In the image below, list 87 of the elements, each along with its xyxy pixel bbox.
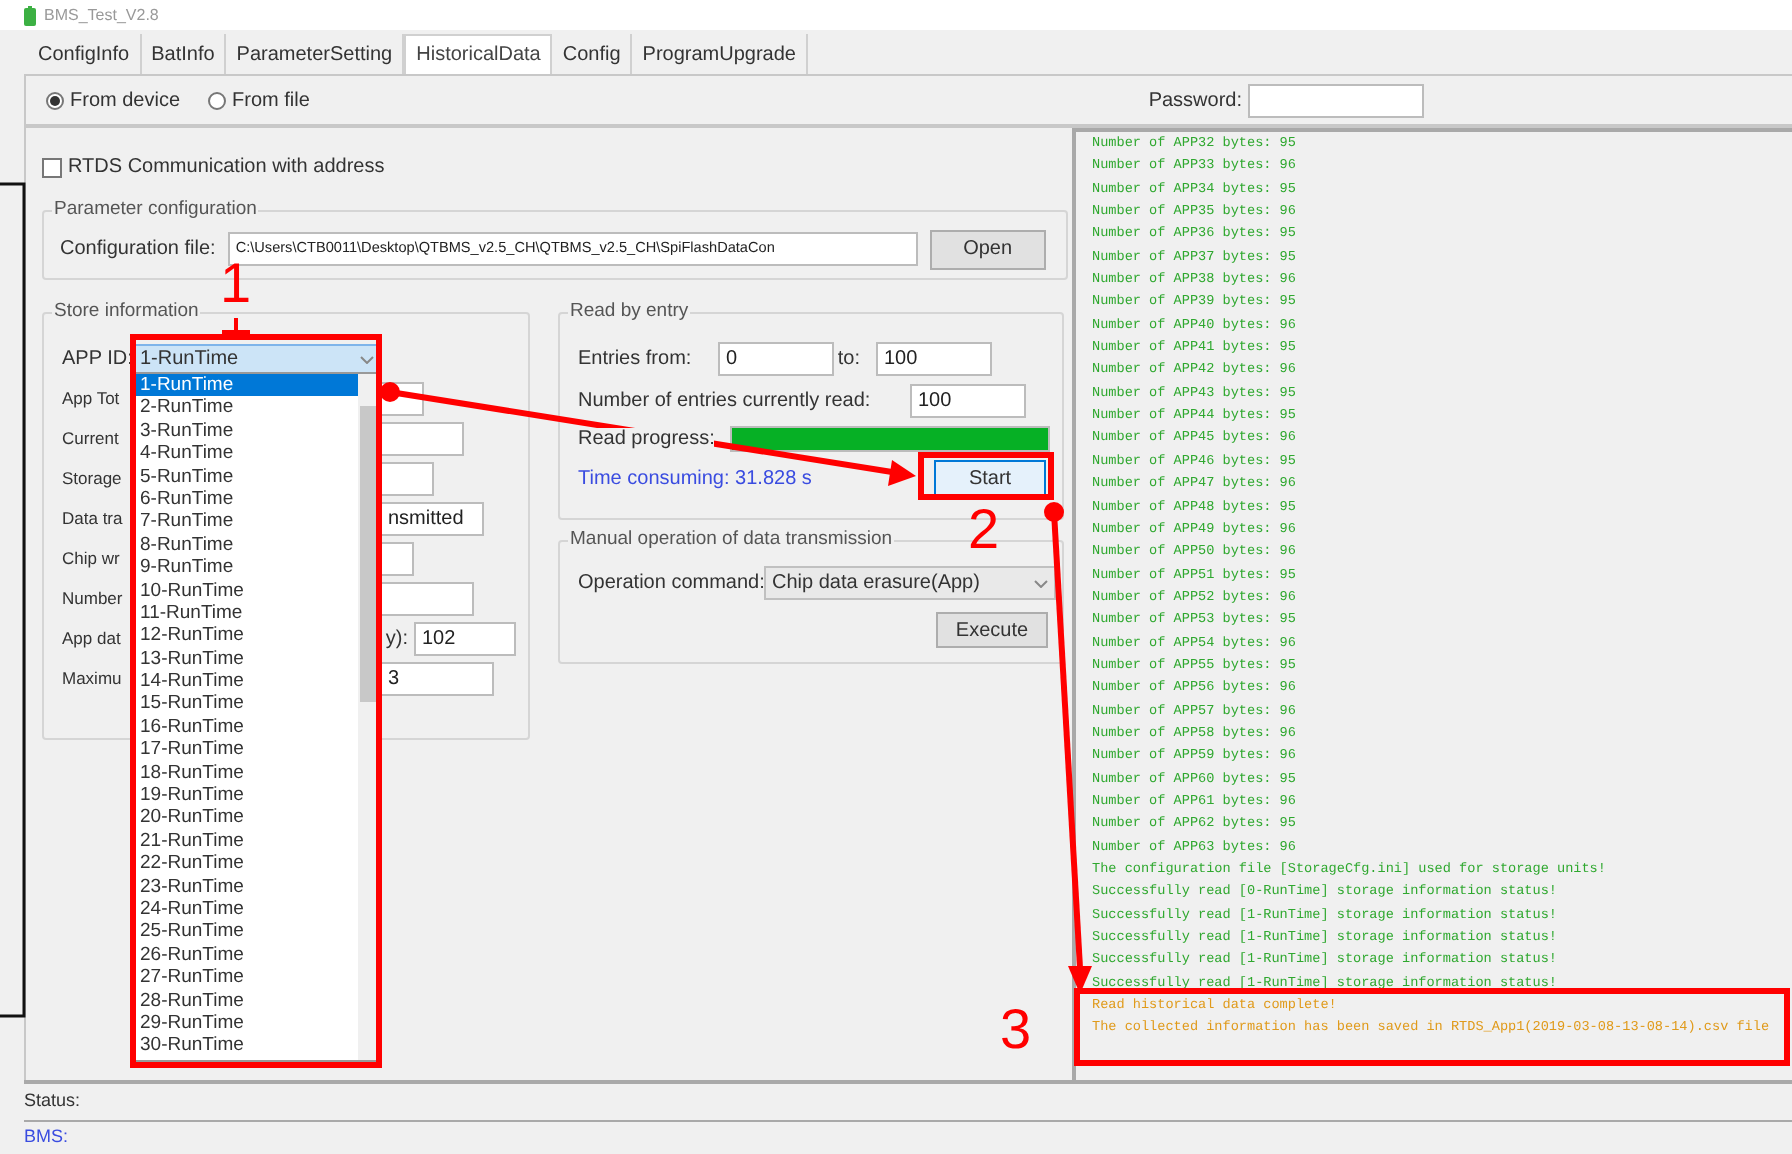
field-label: Storage: [62, 466, 124, 492]
dropdown-item[interactable]: 5-RunTime: [136, 465, 358, 488]
text-field[interactable]: 0: [718, 341, 834, 375]
dropdown-item[interactable]: 22-RunTime: [136, 852, 358, 876]
annotation-number: 2: [968, 500, 1000, 560]
dropdown-item[interactable]: 15-RunTime: [136, 692, 358, 716]
text-field[interactable]: [380, 462, 434, 496]
dropdown-item[interactable]: 25-RunTime: [136, 920, 358, 944]
elapsed-time-text: Time consuming: 31.828 s: [578, 465, 812, 493]
dropdown-item[interactable]: 29-RunTime: [136, 1011, 358, 1035]
field-label: Number of entries currently read:: [578, 387, 873, 415]
status-text: Status:: [24, 1088, 81, 1115]
bms-status-text: BMS:: [24, 1124, 69, 1151]
app-icon: [24, 5, 36, 25]
group-title: Parameter configuration: [52, 198, 259, 222]
text-field[interactable]: nsmitted: [380, 502, 484, 536]
field-label: Number: [62, 586, 125, 612]
scrollbar-thumb[interactable]: [360, 406, 376, 702]
dropdown-item[interactable]: 13-RunTime: [136, 647, 358, 671]
field-label: to:: [835, 345, 862, 373]
annotation-number: 3: [1000, 1000, 1032, 1060]
dropdown-item[interactable]: 24-RunTime: [136, 897, 358, 921]
field-label: Operation command:: [578, 570, 764, 598]
field-label: Entries from:: [578, 345, 694, 373]
config-file-label: Configuration file:: [60, 236, 216, 264]
dropdown-item[interactable]: 28-RunTime: [136, 989, 358, 1012]
dropdown-item[interactable]: 14-RunTime: [136, 670, 358, 693]
text-field[interactable]: 100: [910, 383, 1026, 417]
dropdown-item[interactable]: 10-RunTime: [136, 579, 358, 602]
highlight-frame: [918, 452, 1054, 500]
open-button[interactable]: Open: [929, 229, 1046, 269]
field-label: App dat: [62, 626, 123, 652]
dropdown-item[interactable]: 6-RunTime: [136, 487, 358, 511]
window-title: BMS_Test_V2.8: [44, 3, 159, 27]
dropdown-item[interactable]: 11-RunTime: [136, 601, 358, 625]
field-label: Read progress:: [578, 427, 715, 449]
dropdown-item[interactable]: 26-RunTime: [136, 943, 358, 967]
scrollbar[interactable]: [358, 374, 378, 1060]
rtds-checkbox[interactable]: RTDS Communication with address: [42, 152, 1072, 182]
dropdown-item[interactable]: 19-RunTime: [136, 784, 358, 807]
field-label: Data tra: [62, 506, 125, 532]
field-label: App Tot: [62, 386, 122, 412]
text-field[interactable]: 3: [380, 662, 494, 696]
dropdown-item[interactable]: 21-RunTime: [136, 829, 358, 853]
dropdown-item[interactable]: 1-RunTime: [136, 374, 358, 397]
caret-icon: [1034, 579, 1048, 587]
group-title: Manual operation of data transmission: [568, 528, 895, 552]
tab[interactable]: HistoricalData: [404, 34, 553, 74]
dropdown-item[interactable]: 12-RunTime: [136, 624, 358, 648]
field-label: Current: [62, 426, 121, 452]
text-field[interactable]: [380, 542, 414, 576]
execute-button[interactable]: Execute: [936, 612, 1048, 648]
dropdown-item[interactable]: 27-RunTime: [136, 966, 358, 990]
dropdown-item[interactable]: 8-RunTime: [136, 533, 358, 557]
tab[interactable]: ProgramUpgrade: [632, 34, 808, 74]
dropdown-item[interactable]: 30-RunTime: [136, 1034, 358, 1058]
dropdown-item[interactable]: 4-RunTime: [136, 442, 358, 466]
dropdown-item[interactable]: 2-RunTime: [136, 396, 358, 420]
dropdown-item[interactable]: 16-RunTime: [136, 715, 358, 739]
text-field[interactable]: [380, 582, 474, 616]
dropdown-item[interactable]: 18-RunTime: [136, 761, 358, 785]
caret-icon: [360, 355, 374, 363]
tab[interactable]: Config: [552, 34, 633, 74]
app-id-dropdown[interactable]: 1-RunTime: [134, 344, 380, 374]
text-field[interactable]: 102: [414, 622, 516, 656]
radio-option[interactable]: From device: [46, 85, 181, 115]
text-field[interactable]: 100: [876, 341, 992, 375]
text-field[interactable]: [380, 422, 464, 456]
tab[interactable]: BatInfo: [141, 34, 227, 74]
start-button[interactable]: Start: [934, 460, 1046, 496]
field-label: Maximu: [62, 666, 124, 692]
password-field[interactable]: [1248, 83, 1424, 117]
tab[interactable]: ConfigInfo: [28, 34, 142, 74]
marker-line: [220, 316, 252, 334]
dropdown-item[interactable]: 20-RunTime: [136, 806, 358, 830]
dropdown-item[interactable]: 3-RunTime: [136, 419, 358, 443]
dropdown-item[interactable]: 9-RunTime: [136, 556, 358, 580]
radio-option[interactable]: From file: [208, 85, 310, 115]
field-label: Chip wr: [62, 546, 122, 572]
group-title: Read by entry: [568, 300, 691, 324]
password-label: Password:: [1148, 87, 1242, 115]
field-label: APP ID:: [62, 346, 134, 374]
field-label: y):: [383, 626, 410, 654]
command-dropdown[interactable]: Chip data erasure(App): [764, 566, 1056, 600]
dropdown-item[interactable]: 7-RunTime: [136, 510, 358, 534]
dropdown-item[interactable]: 23-RunTime: [136, 875, 358, 898]
dropdown-item[interactable]: 17-RunTime: [136, 738, 358, 762]
